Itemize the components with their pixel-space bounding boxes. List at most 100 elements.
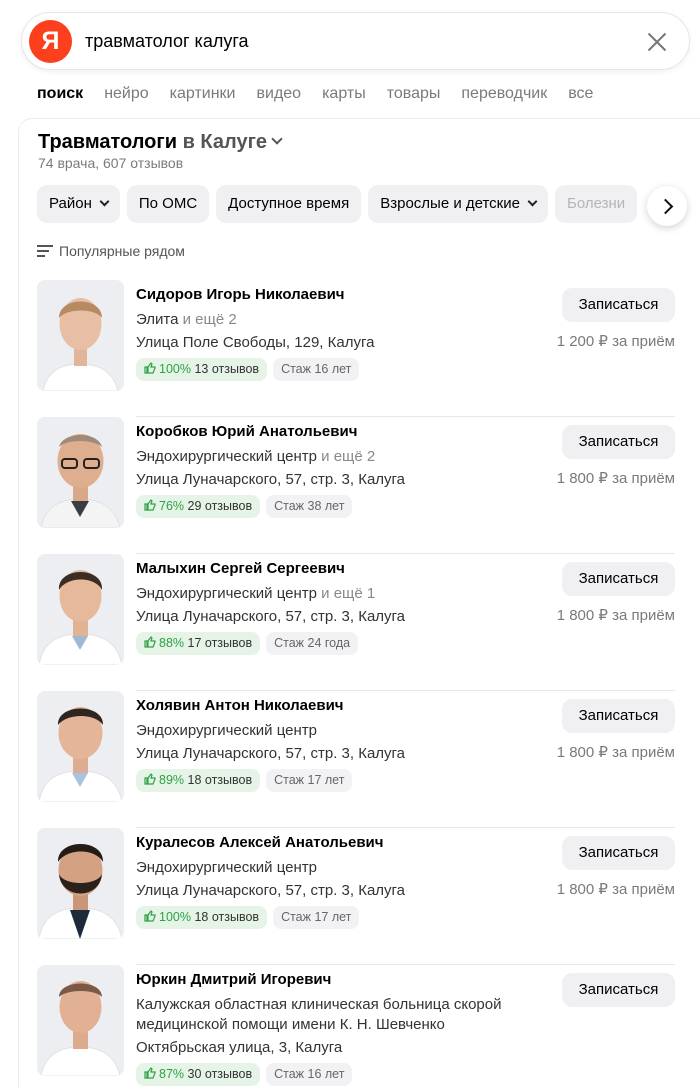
rating-badge[interactable]: 89% 18 отзывов	[136, 769, 261, 792]
doctor-photo[interactable]	[37, 965, 124, 1076]
reviews-count: 30 отзывов	[187, 1067, 253, 1081]
chevron-right-icon[interactable]	[647, 186, 687, 226]
rating-value: 89%	[159, 773, 185, 787]
yandex-logo[interactable]: Я	[29, 20, 72, 63]
filter-oms[interactable]: По ОМС	[126, 185, 210, 223]
search-tabs: поиск нейро картинки видео карты товары …	[37, 85, 614, 103]
doctor-name[interactable]: Коробков Юрий Анатольевич	[136, 423, 536, 441]
experience-badge: Стаж 16 лет	[266, 1063, 353, 1086]
clinic-more[interactable]: и ещё 2	[321, 448, 375, 465]
doctor-photo[interactable]	[37, 280, 124, 391]
thumbs-up-icon	[144, 499, 156, 511]
filter-label: Район	[49, 195, 92, 212]
doctor-info: Коробков Юрий Анатольевич Эндохирургичес…	[136, 417, 536, 518]
tab-images[interactable]: картинки	[170, 85, 236, 103]
filter-diseases[interactable]: Болезни	[554, 185, 638, 223]
filter-available-time[interactable]: Доступное время	[216, 185, 362, 223]
sort-label: Популярные рядом	[59, 243, 185, 259]
doctor-name[interactable]: Юркин Дмитрий Игоревич	[136, 971, 516, 989]
search-input[interactable]: травматолог калуга	[85, 31, 249, 52]
tab-translator[interactable]: переводчик	[461, 85, 547, 103]
doctor-name[interactable]: Сидоров Игорь Николаевич	[136, 286, 536, 304]
clinic-name: Эндохирургический центр	[136, 585, 317, 602]
tab-video[interactable]: видео	[257, 85, 302, 103]
doctor-photo[interactable]	[37, 691, 124, 802]
book-button[interactable]: Записаться	[562, 836, 675, 870]
rating-badge[interactable]: 100% 18 отзывов	[136, 906, 268, 929]
city-selector[interactable]: в Калуге	[183, 131, 267, 153]
reviews-count: 18 отзывов	[187, 773, 253, 787]
rating-value: 88%	[159, 636, 185, 650]
reviews-count: 13 отзывов	[194, 362, 260, 376]
reviews-count: 17 отзывов	[187, 636, 253, 650]
doctor-photo[interactable]	[37, 417, 124, 528]
doctor-name[interactable]: Холявин Антон Николаевич	[136, 697, 536, 715]
doctor-name[interactable]: Малыхин Сергей Сергеевич	[136, 560, 536, 578]
price: 1 200 ₽ за приём	[556, 333, 675, 350]
tab-neuro[interactable]: нейро	[104, 85, 148, 103]
doctor-badges: 89% 18 отзывов Стаж 17 лет	[136, 769, 536, 792]
doctor-photo[interactable]	[37, 828, 124, 939]
filter-label: Взрослые и детские	[380, 195, 520, 212]
rating-value: 100%	[159, 362, 191, 376]
doctor-item[interactable]: Юркин Дмитрий Игоревич Калужская областн…	[19, 965, 700, 1087]
experience-badge: Стаж 24 года	[266, 632, 359, 655]
filter-district[interactable]: Район	[37, 185, 120, 223]
sort-icon	[37, 245, 53, 257]
doctor-badges: 76% 29 отзывов Стаж 38 лет	[136, 495, 536, 518]
price: 1 800 ₽ за приём	[556, 881, 675, 898]
experience-badge: Стаж 38 лет	[266, 495, 353, 518]
rating-badge[interactable]: 88% 17 отзывов	[136, 632, 261, 655]
doctor-address: Октябрьская улица, 3, Калуга	[136, 1039, 343, 1056]
sort-selector[interactable]: Популярные рядом	[37, 243, 185, 259]
thumbs-up-icon	[144, 910, 156, 922]
rating-value: 76%	[159, 499, 185, 513]
doctor-name[interactable]: Куралесов Алексей Анатольевич	[136, 834, 536, 852]
reviews-count: 29 отзывов	[187, 499, 253, 513]
doctor-info: Юркин Дмитрий Игоревич Калужская областн…	[136, 965, 516, 1086]
doctor-item[interactable]: Холявин Антон Николаевич Эндохирургическ…	[19, 691, 700, 828]
book-button[interactable]: Записаться	[562, 425, 675, 459]
search-bar[interactable]: Я травматолог калуга	[21, 12, 690, 70]
doctor-info: Сидоров Игорь Николаевич Элита и ещё 2 У…	[136, 280, 536, 381]
rating-badge[interactable]: 76% 29 отзывов	[136, 495, 261, 518]
tab-search[interactable]: поиск	[37, 85, 83, 103]
tab-goods[interactable]: товары	[387, 85, 441, 103]
clinic-name: Элита	[136, 311, 179, 328]
book-button[interactable]: Записаться	[562, 288, 675, 322]
rating-badge[interactable]: 100% 13 отзывов	[136, 358, 268, 381]
chevron-down-icon	[527, 196, 538, 207]
clinic-name: Калужская областная клиническая больница…	[136, 996, 502, 1033]
doctor-info: Холявин Антон Николаевич Эндохирургическ…	[136, 691, 536, 792]
book-button[interactable]: Записаться	[562, 562, 675, 596]
doctor-clinic: Эндохирургический центр и ещё 1	[136, 584, 536, 604]
doctor-address: Улица Луначарского, 57, стр. 3, Калуга	[136, 745, 406, 762]
doctor-address: Улица Луначарского, 57, стр. 3, Калуга	[136, 882, 406, 899]
tab-maps[interactable]: карты	[322, 85, 366, 103]
experience-badge: Стаж 17 лет	[266, 769, 353, 792]
rating-badge[interactable]: 87% 30 отзывов	[136, 1063, 261, 1086]
close-icon[interactable]	[645, 30, 669, 54]
doctor-address: Улица Луначарского, 57, стр. 3, Калуга	[136, 608, 406, 625]
page-title[interactable]: Травматологи в Калуге	[38, 131, 283, 154]
thumbs-up-icon	[144, 362, 156, 374]
clinic-more[interactable]: и ещё 1	[321, 585, 375, 602]
doctor-info: Малыхин Сергей Сергеевич Эндохирургическ…	[136, 554, 536, 655]
doctor-item[interactable]: Малыхин Сергей Сергеевич Эндохирургическ…	[19, 554, 700, 691]
price: 1 800 ₽ за приём	[556, 607, 675, 624]
tab-all[interactable]: все	[568, 85, 593, 103]
clinic-more[interactable]: и ещё 2	[183, 311, 237, 328]
doctor-item[interactable]: Сидоров Игорь Николаевич Элита и ещё 2 У…	[19, 280, 700, 417]
filter-age[interactable]: Взрослые и детские	[368, 185, 548, 223]
chevron-down-icon	[99, 196, 110, 207]
rating-value: 100%	[159, 910, 191, 924]
chevron-down-icon[interactable]	[271, 133, 283, 145]
doctor-clinic: Эндохирургический центр и ещё 2	[136, 447, 536, 467]
clinic-name: Эндохирургический центр	[136, 722, 317, 739]
book-button[interactable]: Записаться	[562, 973, 675, 1007]
doctor-photo[interactable]	[37, 554, 124, 665]
doctor-item[interactable]: Коробков Юрий Анатольевич Эндохирургичес…	[19, 417, 700, 554]
book-button[interactable]: Записаться	[562, 699, 675, 733]
doctor-item[interactable]: Куралесов Алексей Анатольевич Эндохирург…	[19, 828, 700, 965]
experience-badge: Стаж 17 лет	[273, 906, 360, 929]
